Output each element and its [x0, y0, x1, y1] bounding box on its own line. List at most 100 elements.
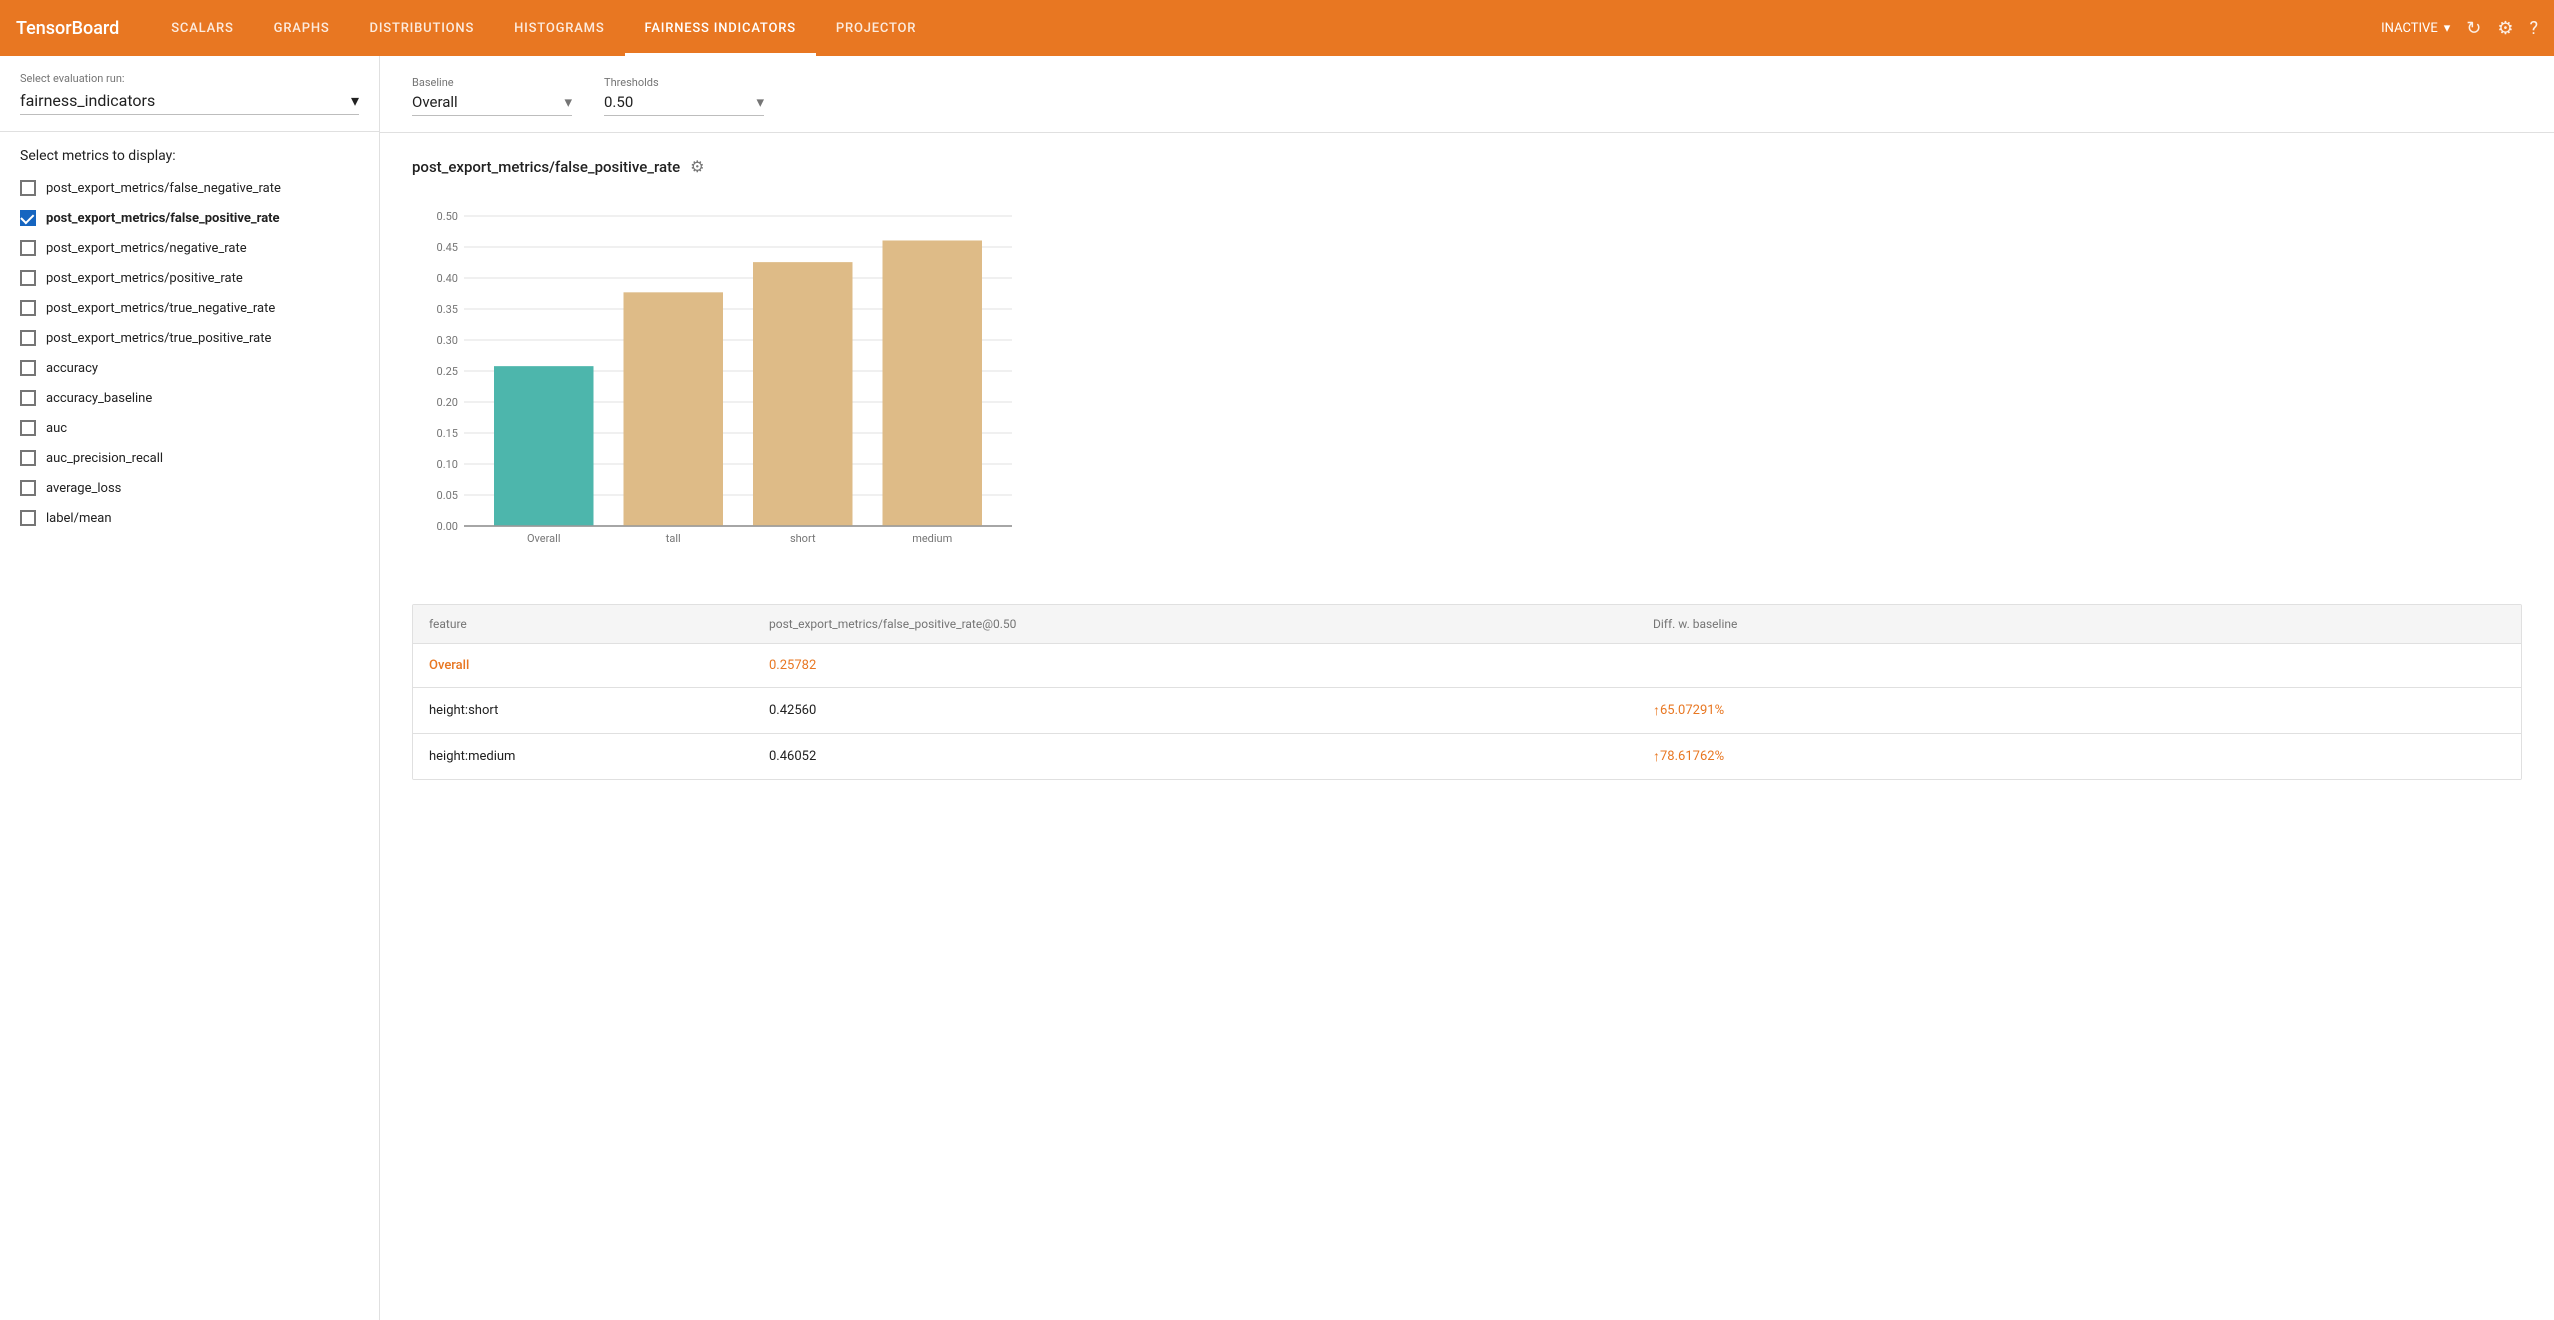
nav-links: SCALARS GRAPHS DISTRIBUTIONS HISTOGRAMS … [151, 0, 2381, 56]
topnav-right: INACTIVE ▾ ↻ ⚙ ? [2381, 18, 2538, 39]
metric-checkbox-auc[interactable] [20, 420, 36, 436]
metric-label-auc: auc [46, 421, 67, 436]
svg-text:short: short [790, 532, 816, 545]
bar-chart: 0.500.450.400.350.300.250.200.150.100.05… [412, 196, 1032, 580]
cell-feature: height:short [413, 688, 753, 733]
metric-item-negative_rate[interactable]: post_export_metrics/negative_rate [20, 240, 359, 256]
svg-text:0.10: 0.10 [437, 458, 458, 471]
metric-item-label_mean[interactable]: label/mean [20, 510, 359, 526]
metric-item-auc_precision_recall[interactable]: auc_precision_recall [20, 450, 359, 466]
thresholds-arrow: ▾ [756, 93, 764, 111]
eval-run-value: fairness_indicators [20, 91, 155, 110]
metric-item-accuracy[interactable]: accuracy [20, 360, 359, 376]
metric-checkbox-false_positive_rate[interactable] [20, 210, 36, 226]
th-feature: feature [413, 605, 753, 643]
chart-section: post_export_metrics/false_positive_rate … [380, 133, 2554, 604]
diff-percentage: 65.07291% [1660, 703, 1724, 718]
metric-item-positive_rate[interactable]: post_export_metrics/positive_rate [20, 270, 359, 286]
table-header: feature post_export_metrics/false_positi… [413, 605, 2521, 644]
chart-svg: 0.500.450.400.350.300.250.200.150.100.05… [412, 196, 1032, 576]
eval-run-arrow: ▾ [351, 91, 359, 110]
metric-checkbox-true_negative_rate[interactable] [20, 300, 36, 316]
metric-label-true_negative_rate: post_export_metrics/true_negative_rate [46, 301, 275, 316]
thresholds-group: Thresholds 0.50 ▾ [604, 76, 764, 116]
cell-value: 0.46052 [753, 734, 1637, 779]
cell-feature[interactable]: Overall [413, 644, 753, 687]
th-diff: Diff. w. baseline [1637, 605, 2521, 643]
nav-distributions[interactable]: DISTRIBUTIONS [350, 0, 495, 56]
svg-text:0.15: 0.15 [437, 427, 458, 440]
svg-text:0.05: 0.05 [437, 489, 458, 502]
cell-feature: height:medium [413, 734, 753, 779]
cell-value: 0.42560 [753, 688, 1637, 733]
metric-checkbox-true_positive_rate[interactable] [20, 330, 36, 346]
svg-text:0.00: 0.00 [437, 520, 458, 533]
metric-checkbox-average_loss[interactable] [20, 480, 36, 496]
main-layout: Select evaluation run: fairness_indicato… [0, 56, 2554, 1320]
cell-value: 0.25782 [753, 644, 1637, 687]
metric-item-auc[interactable]: auc [20, 420, 359, 436]
nav-fairness[interactable]: FAIRNESS INDICATORS [625, 0, 816, 56]
eval-run-label: Select evaluation run: [20, 72, 359, 85]
svg-text:medium: medium [912, 532, 952, 545]
cell-diff: ↑ 78.61762% [1637, 734, 2521, 779]
brand-logo: TensorBoard [16, 18, 119, 39]
baseline-select[interactable]: Overall ▾ [412, 93, 572, 116]
metrics-title: Select metrics to display: [20, 148, 359, 164]
metric-item-false_positive_rate[interactable]: post_export_metrics/false_positive_rate [20, 210, 359, 226]
metric-label-false_positive_rate: post_export_metrics/false_positive_rate [46, 211, 280, 226]
nav-scalars[interactable]: SCALARS [151, 0, 253, 56]
metric-label-positive_rate: post_export_metrics/positive_rate [46, 271, 243, 286]
thresholds-label: Thresholds [604, 76, 764, 89]
metric-checkbox-positive_rate[interactable] [20, 270, 36, 286]
metric-label-accuracy: accuracy [46, 361, 98, 376]
nav-histograms[interactable]: HISTOGRAMS [494, 0, 624, 56]
metric-item-accuracy_baseline[interactable]: accuracy_baseline [20, 390, 359, 406]
baseline-group: Baseline Overall ▾ [412, 76, 572, 116]
metric-checkbox-label_mean[interactable] [20, 510, 36, 526]
sidebar: Select evaluation run: fairness_indicato… [0, 56, 380, 1320]
th-metric: post_export_metrics/false_positive_rate@… [753, 605, 1637, 643]
metric-checkbox-auc_precision_recall[interactable] [20, 450, 36, 466]
metric-checkbox-accuracy[interactable] [20, 360, 36, 376]
metric-checkbox-negative_rate[interactable] [20, 240, 36, 256]
metric-item-average_loss[interactable]: average_loss [20, 480, 359, 496]
metric-item-true_positive_rate[interactable]: post_export_metrics/true_positive_rate [20, 330, 359, 346]
nav-graphs[interactable]: GRAPHS [254, 0, 350, 56]
metric-label-average_loss: average_loss [46, 481, 121, 496]
svg-text:0.45: 0.45 [437, 241, 458, 254]
diff-up-icon: ↑ [1653, 702, 1660, 719]
metrics-section: Select metrics to display: post_export_m… [0, 132, 379, 556]
metric-checkbox-accuracy_baseline[interactable] [20, 390, 36, 406]
eval-run-section: Select evaluation run: fairness_indicato… [0, 56, 379, 132]
thresholds-select[interactable]: 0.50 ▾ [604, 93, 764, 116]
svg-text:0.35: 0.35 [437, 303, 458, 316]
topnav: TensorBoard SCALARS GRAPHS DISTRIBUTIONS… [0, 0, 2554, 56]
content-header: Baseline Overall ▾ Thresholds 0.50 ▾ [380, 56, 2554, 133]
metric-checkbox-false_negative_rate[interactable] [20, 180, 36, 196]
refresh-icon[interactable]: ↻ [2466, 18, 2481, 39]
svg-text:0.40: 0.40 [437, 272, 458, 285]
cell-diff: ↑ 65.07291% [1637, 688, 2521, 733]
metric-item-true_negative_rate[interactable]: post_export_metrics/true_negative_rate [20, 300, 359, 316]
metric-label-false_negative_rate: post_export_metrics/false_negative_rate [46, 181, 281, 196]
metric-label-negative_rate: post_export_metrics/negative_rate [46, 241, 247, 256]
nav-projector[interactable]: PROJECTOR [816, 0, 936, 56]
chart-title-row: post_export_metrics/false_positive_rate … [412, 157, 2522, 176]
table-body: Overall0.25782height:short0.42560↑ 65.07… [413, 644, 2521, 779]
thresholds-value: 0.50 [604, 93, 633, 111]
metric-item-false_negative_rate[interactable]: post_export_metrics/false_negative_rate [20, 180, 359, 196]
metric-label-true_positive_rate: post_export_metrics/true_positive_rate [46, 331, 271, 346]
metric-label-auc_precision_recall: auc_precision_recall [46, 451, 163, 466]
cell-diff [1637, 644, 2521, 687]
settings-icon[interactable]: ⚙ [2497, 18, 2513, 39]
baseline-value: Overall [412, 93, 458, 111]
baseline-arrow: ▾ [564, 93, 572, 111]
diff-percentage: 78.61762% [1660, 749, 1724, 764]
help-icon[interactable]: ? [2529, 18, 2538, 39]
chart-settings-icon[interactable]: ⚙ [690, 157, 704, 176]
table-row: height:medium0.46052↑ 78.61762% [413, 734, 2521, 779]
svg-text:0.30: 0.30 [437, 334, 458, 347]
baseline-label: Baseline [412, 76, 572, 89]
eval-run-select[interactable]: fairness_indicators ▾ [20, 91, 359, 115]
